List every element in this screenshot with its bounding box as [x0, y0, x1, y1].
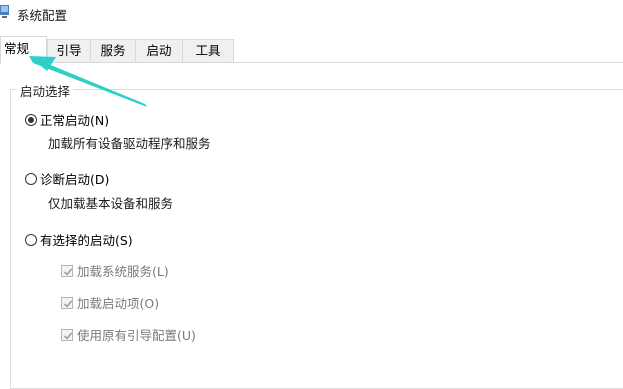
tab-general[interactable]: 常规 — [0, 36, 47, 64]
checkbox-indicator[interactable] — [61, 264, 73, 277]
selective-startup-radio[interactable]: 有选择的启动(S) — [25, 230, 133, 249]
tab-label: 常规 — [4, 41, 30, 56]
checkmark-icon — [63, 300, 73, 308]
load-startup-items-checkbox[interactable]: 加载启动项(O) — [61, 293, 159, 312]
window-title: 系统配置 — [17, 8, 68, 23]
radio-indicator-checked[interactable] — [25, 113, 37, 126]
tab-panel-general: 启动选择 正常启动(N) 加载所有设备驱动程序和服务 诊断启动(D) 仅加载基本… — [0, 62, 623, 389]
use-original-boot-config-checkbox[interactable]: 使用原有引导配置(U) — [61, 325, 196, 344]
radio-label: 正常启动(N) — [40, 113, 110, 128]
load-system-services-checkbox[interactable]: 加载系统服务(L) — [61, 261, 169, 280]
diagnostic-startup-radio[interactable]: 诊断启动(D) — [25, 169, 109, 188]
tab-label: 服务 — [100, 43, 126, 58]
checkmark-icon — [63, 268, 73, 276]
diagnostic-startup-description: 仅加载基本设备和服务 — [48, 196, 174, 211]
checkbox-indicator[interactable] — [61, 296, 73, 309]
radio-label: 有选择的启动(S) — [40, 233, 133, 248]
title-bar: 系统配置 — [0, 0, 623, 26]
group-legend: 启动选择 — [17, 81, 74, 100]
radio-label: 诊断启动(D) — [40, 172, 110, 187]
tab-startup[interactable]: 启动 — [135, 39, 183, 62]
checkmark-icon — [63, 332, 73, 340]
system-config-icon — [0, 5, 9, 18]
radio-indicator[interactable] — [25, 233, 37, 246]
tab-label: 引导 — [56, 43, 82, 58]
tab-label: 工具 — [195, 43, 221, 58]
tab-services[interactable]: 服务 — [90, 39, 136, 62]
tab-boot[interactable]: 引导 — [47, 39, 91, 62]
tab-tools[interactable]: 工具 — [182, 39, 234, 62]
tab-strip: 常规 引导 服务 启动 工具 — [0, 36, 623, 64]
normal-startup-radio[interactable]: 正常启动(N) — [25, 110, 109, 129]
checkbox-label: 加载系统服务(L) — [77, 264, 169, 279]
radio-indicator[interactable] — [25, 172, 37, 185]
checkbox-label: 加载启动项(O) — [77, 296, 160, 311]
checkbox-indicator[interactable] — [61, 328, 73, 341]
checkbox-label: 使用原有引导配置(U) — [77, 328, 196, 343]
tab-label: 启动 — [146, 43, 172, 58]
normal-startup-description: 加载所有设备驱动程序和服务 — [48, 136, 211, 151]
